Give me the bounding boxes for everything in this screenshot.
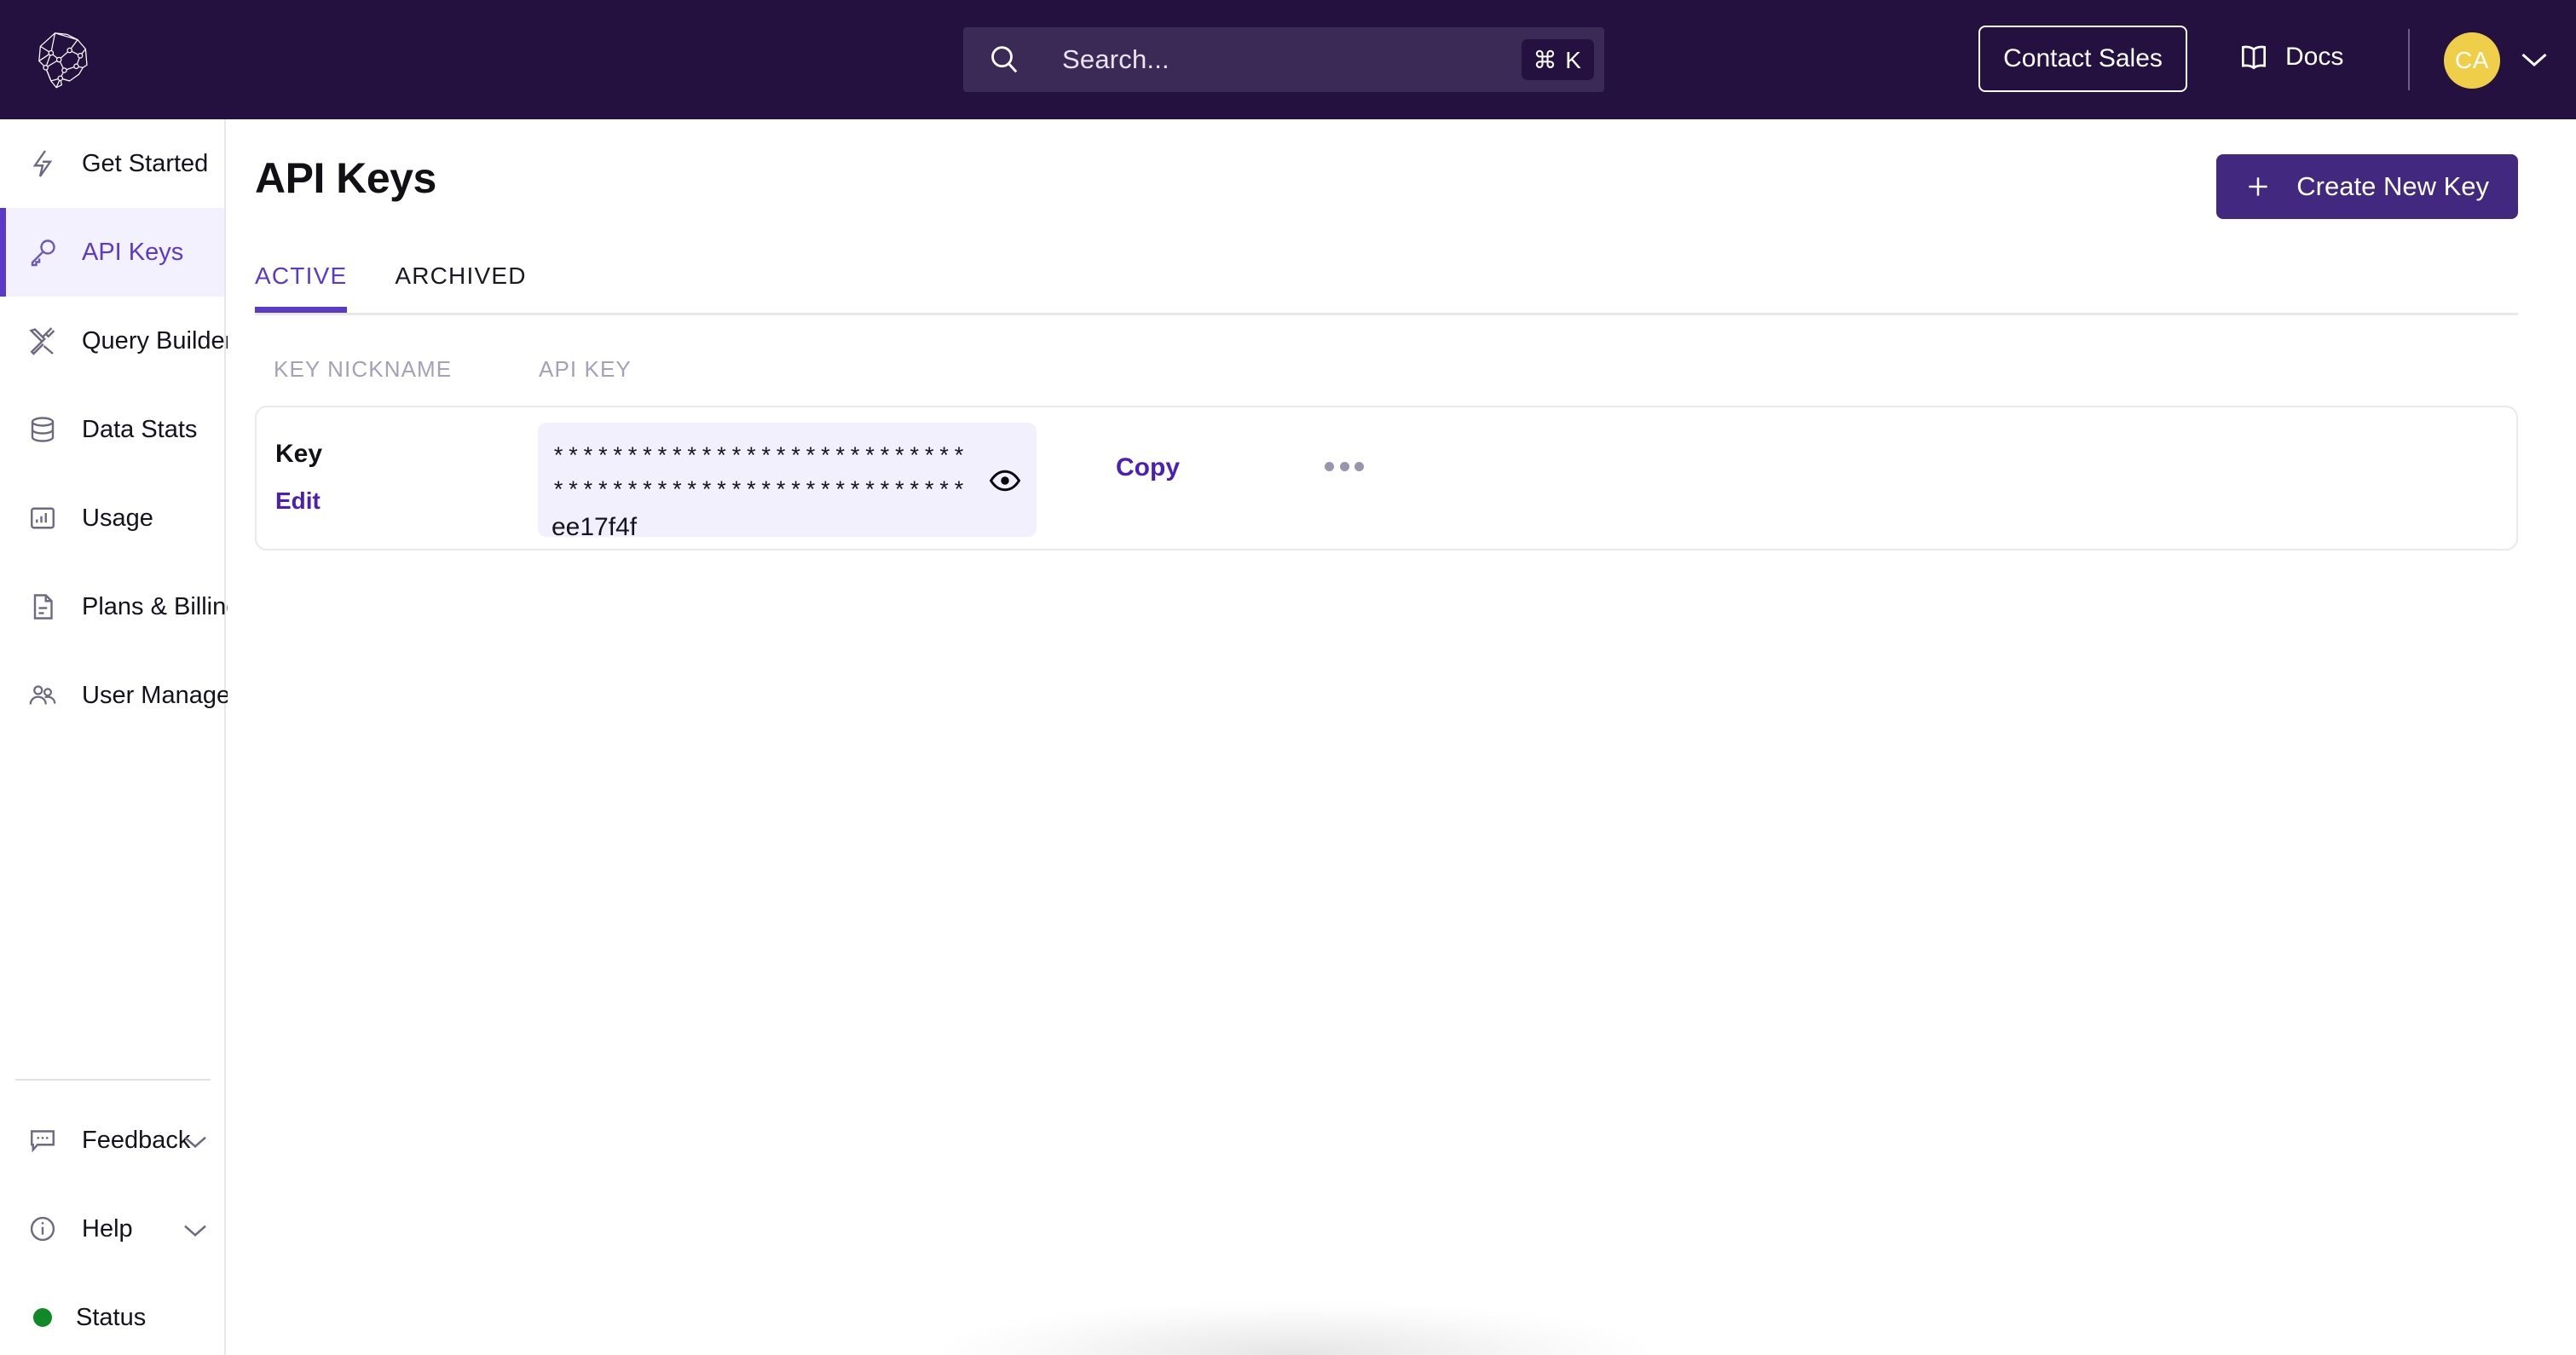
tab-archived[interactable]: ARCHIVED [395, 262, 526, 310]
brand-logo[interactable] [0, 0, 226, 119]
page-title: API Keys [255, 154, 436, 202]
sidebar-item-label: Data Stats [82, 415, 198, 443]
copy-label: Copy [1116, 453, 1180, 481]
table-column-headers: KEY NICKNAME API KEY [255, 356, 2518, 385]
global-search-field[interactable]: Search... ⌘ K [963, 27, 1604, 92]
status-label: Status [76, 1303, 147, 1331]
sidebar-item-get-started[interactable]: Get Started [0, 119, 224, 208]
tab-active[interactable]: ACTIVE [255, 262, 348, 313]
tab-label: ARCHIVED [395, 262, 527, 289]
main-content: API Keys Create New Key ACTIVE ARCHIVED … [228, 119, 2576, 1355]
info-circle-icon [26, 1212, 60, 1246]
create-new-key-button[interactable]: Create New Key [2216, 154, 2518, 219]
book-icon [2241, 45, 2267, 70]
tools-icon [26, 324, 60, 358]
create-new-key-label: Create New Key [2296, 171, 2489, 201]
sidebar-bottom-section: Feedback Help Status [0, 1048, 226, 1355]
copy-api-key-button[interactable]: Copy [1116, 453, 1180, 482]
lightning-bolt-icon [26, 147, 60, 181]
sidebar-divider [15, 1079, 211, 1081]
avatar-initials: CA [2455, 47, 2489, 73]
key-icon [26, 235, 60, 269]
sidebar-item-query-builder[interactable]: Query Builder [0, 297, 233, 385]
sidebar-item-help[interactable]: Help [0, 1185, 226, 1273]
plus-icon [2249, 177, 2267, 196]
users-icon [26, 678, 60, 712]
bar-chart-icon [26, 501, 60, 535]
sidebar-item-label: API Keys [82, 238, 184, 266]
sidebar-item-api-keys[interactable]: API Keys [0, 208, 224, 297]
key-nickname-value: Key [275, 440, 323, 468]
document-icon [26, 590, 60, 624]
ellipsis-icon[interactable] [1325, 460, 1364, 472]
sidebar-item-label: Get Started [82, 149, 209, 177]
green-dot-icon [33, 1308, 52, 1327]
database-icon [26, 412, 60, 447]
column-header-key-nickname: KEY NICKNAME [274, 356, 453, 382]
edit-nickname-link[interactable]: Edit [275, 487, 322, 515]
chevron-down-icon[interactable] [2519, 48, 2550, 72]
api-key-value-field[interactable]: ****************************************… [538, 423, 1037, 541]
header-divider [2408, 29, 2410, 90]
sidebar-item-label: Feedback [82, 1126, 191, 1154]
contact-sales-label: Contact Sales [2003, 44, 2163, 72]
sidebar-item-label: Query Builder [82, 326, 234, 355]
chevron-down-icon[interactable] [182, 1222, 209, 1239]
sidebar-item-plans-billing[interactable]: Plans & Billing [0, 562, 240, 651]
key-status-tabs: ACTIVE ARCHIVED [255, 262, 2518, 315]
search-icon [991, 46, 1018, 73]
top-header-bar: Search... ⌘ K Contact Sales Docs CA [0, 0, 2576, 119]
chat-bubble-icon [26, 1123, 60, 1157]
sidebar-item-label: Plans & Billing [82, 592, 240, 620]
docs-label: Docs [2285, 43, 2344, 71]
sidebar-item-label: Usage [82, 504, 153, 532]
api-key-masked-value: ****************************************… [552, 446, 967, 505]
column-header-api-key: API KEY [539, 356, 632, 382]
sidebar-item-status[interactable]: Status [0, 1273, 226, 1355]
sidebar-item-user-management[interactable]: User Management [0, 651, 286, 740]
avatar[interactable]: CA [2444, 32, 2500, 89]
api-key-visible-tail: ee17f4f [552, 513, 638, 541]
brain-network-logo-icon [38, 32, 88, 89]
eye-icon[interactable] [989, 469, 1021, 493]
sidebar-item-data-stats[interactable]: Data Stats [0, 385, 224, 474]
chevron-down-icon[interactable] [182, 1133, 209, 1150]
contact-sales-button[interactable]: Contact Sales [1978, 26, 2187, 92]
sidebar-item-feedback[interactable]: Feedback [0, 1096, 226, 1185]
sidebar: Get Started API Keys Query Builder Data … [0, 119, 286, 1355]
docs-link[interactable]: Docs [2238, 41, 2343, 73]
search-placeholder-text: Search... [1062, 44, 1170, 74]
tab-label: ACTIVE [255, 262, 348, 289]
table-row: Key Edit *******************************… [255, 406, 2518, 551]
sidebar-item-usage[interactable]: Usage [0, 474, 224, 562]
search-shortcut-badge: ⌘ K [1521, 39, 1594, 80]
sidebar-item-label: Help [82, 1214, 133, 1243]
api-keys-page: Search... ⌘ K Contact Sales Docs CA Get … [0, 0, 2576, 1355]
key-nickname-cell: Key Edit [275, 440, 322, 515]
